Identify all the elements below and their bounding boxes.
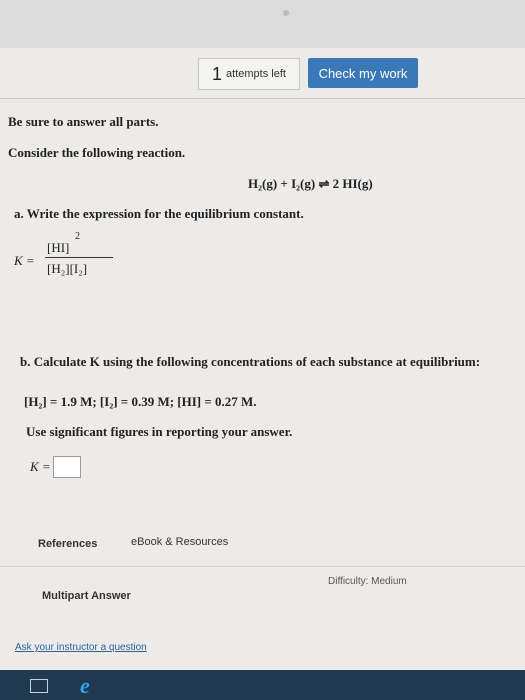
divider	[0, 98, 525, 99]
taskbar: e	[0, 670, 525, 700]
divider	[0, 566, 525, 567]
ask-instructor-link[interactable]: Ask your instructor a question	[15, 642, 147, 653]
concentrations-text: [H₂] = 1.9 M; [I₂] = 0.39 M; [HI] = 0.27…	[24, 394, 257, 409]
exponent: 2	[75, 231, 80, 242]
fraction-bar	[45, 257, 113, 258]
k-answer-input[interactable]	[52, 456, 81, 478]
multipart-answer-label: Multipart Answer	[42, 590, 131, 602]
top-bar: 1 attempts left Check my work	[0, 48, 525, 98]
k-answer-row: K =	[30, 456, 81, 478]
reaction-equation: H₂(g) + I₂(g) ⇌ 2 HI(g)	[248, 176, 373, 191]
attempts-label: attempts left	[226, 68, 286, 80]
attempts-indicator: 1 attempts left	[198, 58, 300, 90]
tab-ebook-resources[interactable]: eBook & Resources	[131, 536, 228, 548]
instruction-text: Be sure to answer all parts.	[8, 114, 159, 129]
tab-references[interactable]: References	[38, 538, 97, 550]
prompt-text: Consider the following reaction.	[8, 145, 186, 160]
screen: 1 attempts left Check my work Be sure to…	[0, 48, 525, 670]
task-view-icon[interactable]	[30, 679, 48, 693]
device-bezel	[0, 0, 525, 48]
check-my-work-button[interactable]: Check my work	[308, 58, 418, 88]
numerator: [HI]	[47, 240, 70, 255]
part-a-question: a. Write the expression for the equilibr…	[14, 206, 304, 221]
sig-figs-note: Use significant figures in reporting you…	[26, 424, 293, 439]
camera-dot	[283, 10, 289, 16]
edge-browser-icon[interactable]: e	[80, 673, 90, 699]
difficulty-label: Difficulty: Medium	[328, 576, 407, 587]
denominator: [H₂][I₂]	[47, 261, 88, 276]
part-b-question: b. Calculate K using the following conce…	[20, 354, 481, 369]
k-label: K =	[14, 253, 35, 268]
equilibrium-expression: K = [HI] 2 [H₂][I₂]	[14, 231, 134, 284]
attempts-count: 1	[212, 63, 223, 84]
k-input-label: K =	[30, 459, 51, 474]
